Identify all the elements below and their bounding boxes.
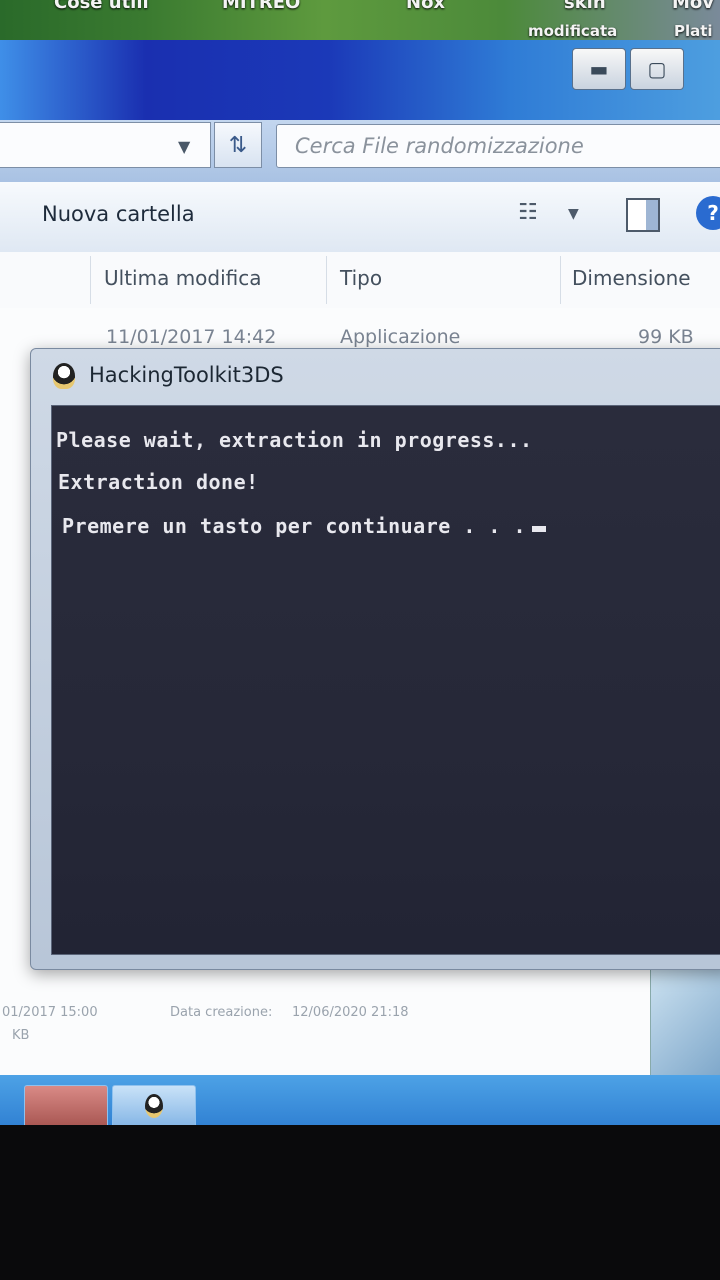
maximize-icon: ▢	[647, 57, 667, 81]
desktop-icon-label[interactable]: skin	[564, 0, 606, 13]
details-size: KB	[12, 1028, 30, 1043]
minimize-button[interactable]: ▬	[572, 48, 626, 90]
cell-modified: 11/01/2017 14:42	[106, 326, 277, 348]
thumbnail-image	[650, 962, 720, 1077]
help-icon[interactable]: ?	[696, 196, 720, 230]
preview-pane-icon[interactable]	[626, 198, 660, 232]
view-options-icon[interactable]: ☷	[518, 200, 538, 225]
console-line: Premere un tasto per continuare . . .	[62, 514, 527, 538]
refresh-icon: ⇅	[228, 132, 248, 158]
desktop-icon-sublabel: Plati	[674, 22, 713, 40]
details-date: 01/2017 15:00	[2, 1005, 98, 1020]
console-window[interactable]: HackingToolkit3DS Please wait, extractio…	[30, 348, 720, 970]
column-separator[interactable]	[90, 256, 91, 304]
taskbar	[0, 1075, 720, 1131]
maximize-button[interactable]: ▢	[630, 48, 684, 90]
desktop-icon-label[interactable]: Nox	[406, 0, 445, 13]
details-created-date: 12/06/2020 21:18	[292, 1005, 409, 1020]
column-header-size[interactable]: Dimensione	[572, 266, 691, 290]
console-output[interactable]: Please wait, extraction in progress... E…	[51, 405, 720, 955]
console-title: HackingToolkit3DS	[89, 363, 284, 387]
desktop-icon-sublabel: modificata	[528, 22, 618, 40]
text-cursor	[532, 525, 547, 532]
refresh-button[interactable]: ⇅	[214, 122, 262, 168]
address-row: ▼ ⇅	[0, 120, 720, 182]
console-line: Please wait, extraction in progress...	[56, 428, 533, 452]
tux-icon	[53, 363, 75, 389]
cell-size: 99 KB	[638, 326, 694, 348]
desktop-background: Cose utili MITREO Nox skin modificata Mo…	[0, 0, 720, 40]
desktop-icon-label[interactable]: Cose utili	[54, 0, 149, 13]
desktop-icon-label[interactable]: Mov	[672, 0, 714, 13]
desktop-icon-label[interactable]: MITREO	[222, 0, 300, 13]
column-header-modified[interactable]: Ultima modifica	[104, 266, 262, 290]
cell-type: Applicazione	[340, 326, 461, 348]
console-app-icon	[145, 1094, 163, 1118]
column-header-type[interactable]: Tipo	[340, 266, 382, 290]
chevron-down-icon[interactable]: ▼	[568, 206, 579, 222]
command-bar: Nuova cartella ☷ ▼ ?	[0, 182, 720, 253]
details-created-label: Data creazione:	[170, 1005, 273, 1020]
new-folder-button[interactable]: Nuova cartella	[42, 202, 195, 226]
search-input[interactable]	[277, 125, 717, 167]
console-line: Extraction done!	[58, 470, 259, 494]
chevron-down-icon[interactable]: ▼	[178, 137, 190, 156]
monitor-bezel	[0, 1125, 720, 1280]
column-header-row: Ultima modifica Tipo Dimensione	[0, 252, 720, 309]
address-bar[interactable]: ▼	[0, 122, 211, 168]
minimize-icon: ▬	[589, 57, 609, 81]
column-separator[interactable]	[560, 256, 561, 304]
explorer-titlebar[interactable]: ▬ ▢	[0, 40, 720, 120]
console-prompt-line: Premere un tasto per continuare . . .	[62, 514, 547, 538]
search-box[interactable]	[276, 124, 720, 168]
column-separator[interactable]	[326, 256, 327, 304]
